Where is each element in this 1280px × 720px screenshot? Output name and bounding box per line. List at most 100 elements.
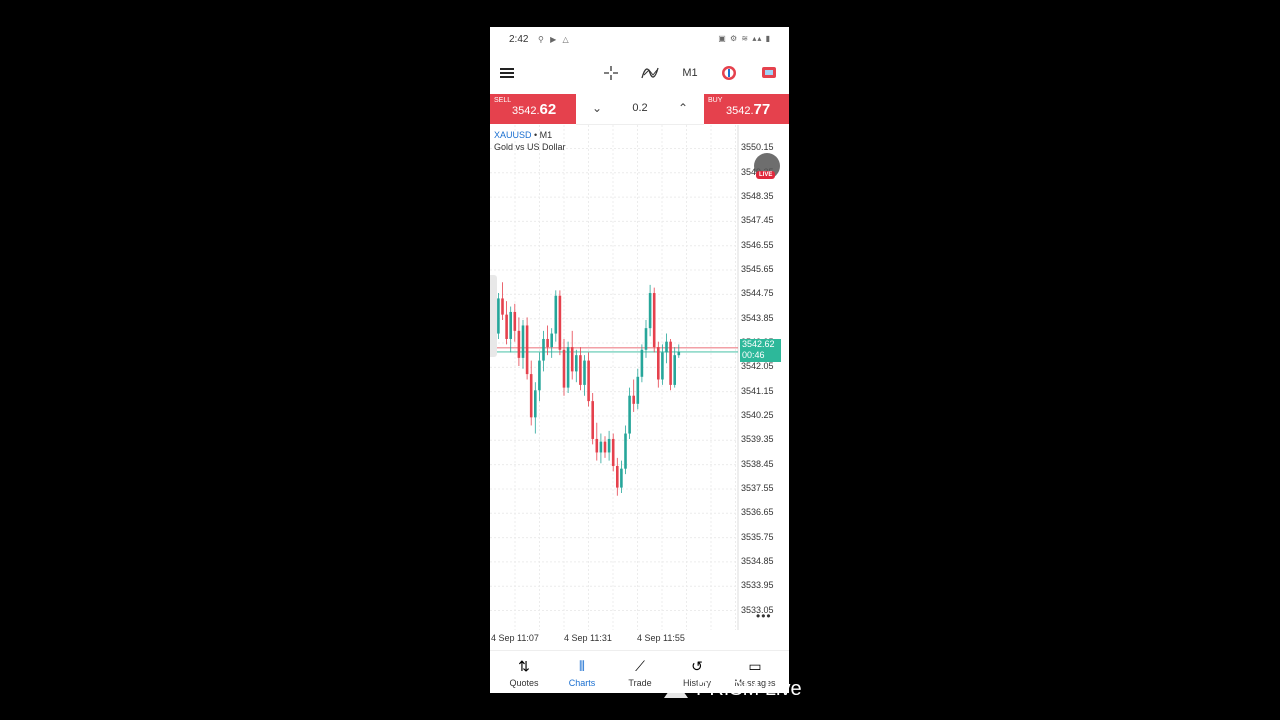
candle [603,436,607,458]
price-tick-label: 3538.45 [741,458,774,469]
time-tick-label: 4 Sep 11:31 [564,633,612,643]
candle [624,425,627,475]
sell-button[interactable]: SELL 3542.62 [490,94,576,124]
indicator-icon[interactable] [640,53,660,93]
candle [648,284,652,337]
candle-body [505,314,508,339]
candle-body [620,468,623,488]
candle-body [566,347,570,388]
candle-body [546,338,549,348]
price-tick-label: 3540.25 [741,409,774,420]
candle-body [661,352,664,380]
candle [677,344,681,358]
candle-body [521,325,525,358]
candle-body [648,293,652,329]
symbol-name[interactable]: XAUUSD [494,130,532,140]
chart-scroll-handle[interactable] [490,275,497,357]
candle [566,341,570,394]
price-tick-label: 3544.75 [741,288,774,299]
candle [575,349,578,383]
price-tick-label: 3539.35 [741,434,774,445]
candle-body [611,438,615,466]
watermark: PRISM Live [664,678,802,701]
trade-icon[interactable] [719,53,739,93]
candle [529,360,533,426]
candle-body [562,349,566,388]
candle-body [665,341,668,353]
candle [640,344,644,383]
candle-body [669,341,672,385]
buy-price-small: 3542. [726,105,754,117]
candle-body [603,441,607,453]
candle [591,393,594,445]
more-options-icon[interactable]: ••• [756,609,772,623]
nav-label: Trade [628,678,652,688]
symbol-description: Gold vs US Dollar [494,142,566,152]
candle [636,368,640,410]
nav-label: Quotes [509,678,539,688]
price-tick-label: 3548.35 [741,191,774,202]
sell-price-big: 62 [539,101,557,118]
candle [505,301,508,345]
candle [570,330,574,380]
candle [669,338,672,391]
symbol-sep: • [531,130,540,140]
menu-icon[interactable] [498,53,516,93]
buy-label: BUY [708,97,723,104]
messages-icon: ▭ [748,658,762,674]
price-tick-label: 3534.85 [741,555,774,566]
candle [562,338,566,396]
candle [632,379,635,412]
candle-body [497,298,500,334]
charts-icon: ⫴ [579,658,585,674]
candle [542,330,545,372]
candle [607,430,611,461]
candle [501,282,504,321]
candle-body [657,347,660,380]
candle-body [501,298,504,315]
candle [497,293,500,339]
current-price-value: 3542.62 [742,339,775,349]
status-right-icons: ▣ ⚙ ≋ ▴▴ ▮ [718,34,771,43]
price-tick-label: 3536.65 [741,507,774,518]
sell-price-small: 3542. [512,105,540,117]
current-price-tag: 3542.62 00:46 [740,339,781,362]
candle-body [558,295,562,350]
chat-icon[interactable] [759,53,779,93]
nav-quotes[interactable]: ⇅ Quotes [494,651,554,693]
price-tick-label: 3547.45 [741,215,774,226]
candle [550,328,553,358]
crosshair-icon[interactable] [601,53,621,93]
timeframe-button[interactable]: M1 [678,53,702,93]
price-tick-label: 3542.05 [741,361,774,372]
price-chart[interactable]: XAUUSD • M1 Gold vs US Dollar 3550.15 354… [490,125,789,650]
price-tick-label: 3543.85 [741,312,774,323]
buy-price: 3542.77 [726,101,770,118]
candle-body [538,360,541,391]
candle [579,347,582,391]
price-tick-label: 3537.55 [741,482,774,493]
buy-price-big: 77 [753,101,771,118]
buy-button[interactable]: BUY 3542.77 [704,94,789,124]
time-tick-label: 4 Sep 11:07 [491,633,539,643]
candle-body [628,395,631,434]
price-tick-label: 3545.65 [741,264,774,275]
time-tick-label: 4 Sep 11:55 [637,633,685,643]
candle [521,320,525,369]
phone-screen: 2:42 ⚲ ▶ △ ▣ ⚙ ≋ ▴▴ ▮ M1 SELL 3542.62 ⌄ … [490,27,789,693]
sell-label: SELL [494,97,512,104]
quotes-icon: ⇅ [518,658,530,674]
candle-body [550,333,553,348]
candle-body [517,330,521,358]
candle [534,382,537,434]
nav-trade[interactable]: ⟋ Trade [610,651,670,693]
volume-increase-icon[interactable]: ⌃ [678,101,688,115]
candle [616,457,619,496]
candle-body [525,325,529,375]
candle [652,287,656,353]
candle [587,352,590,407]
nav-charts[interactable]: ⫴ Charts [552,651,612,693]
candle-body [677,351,681,356]
candle-body [534,390,537,418]
candle-body [554,295,558,334]
